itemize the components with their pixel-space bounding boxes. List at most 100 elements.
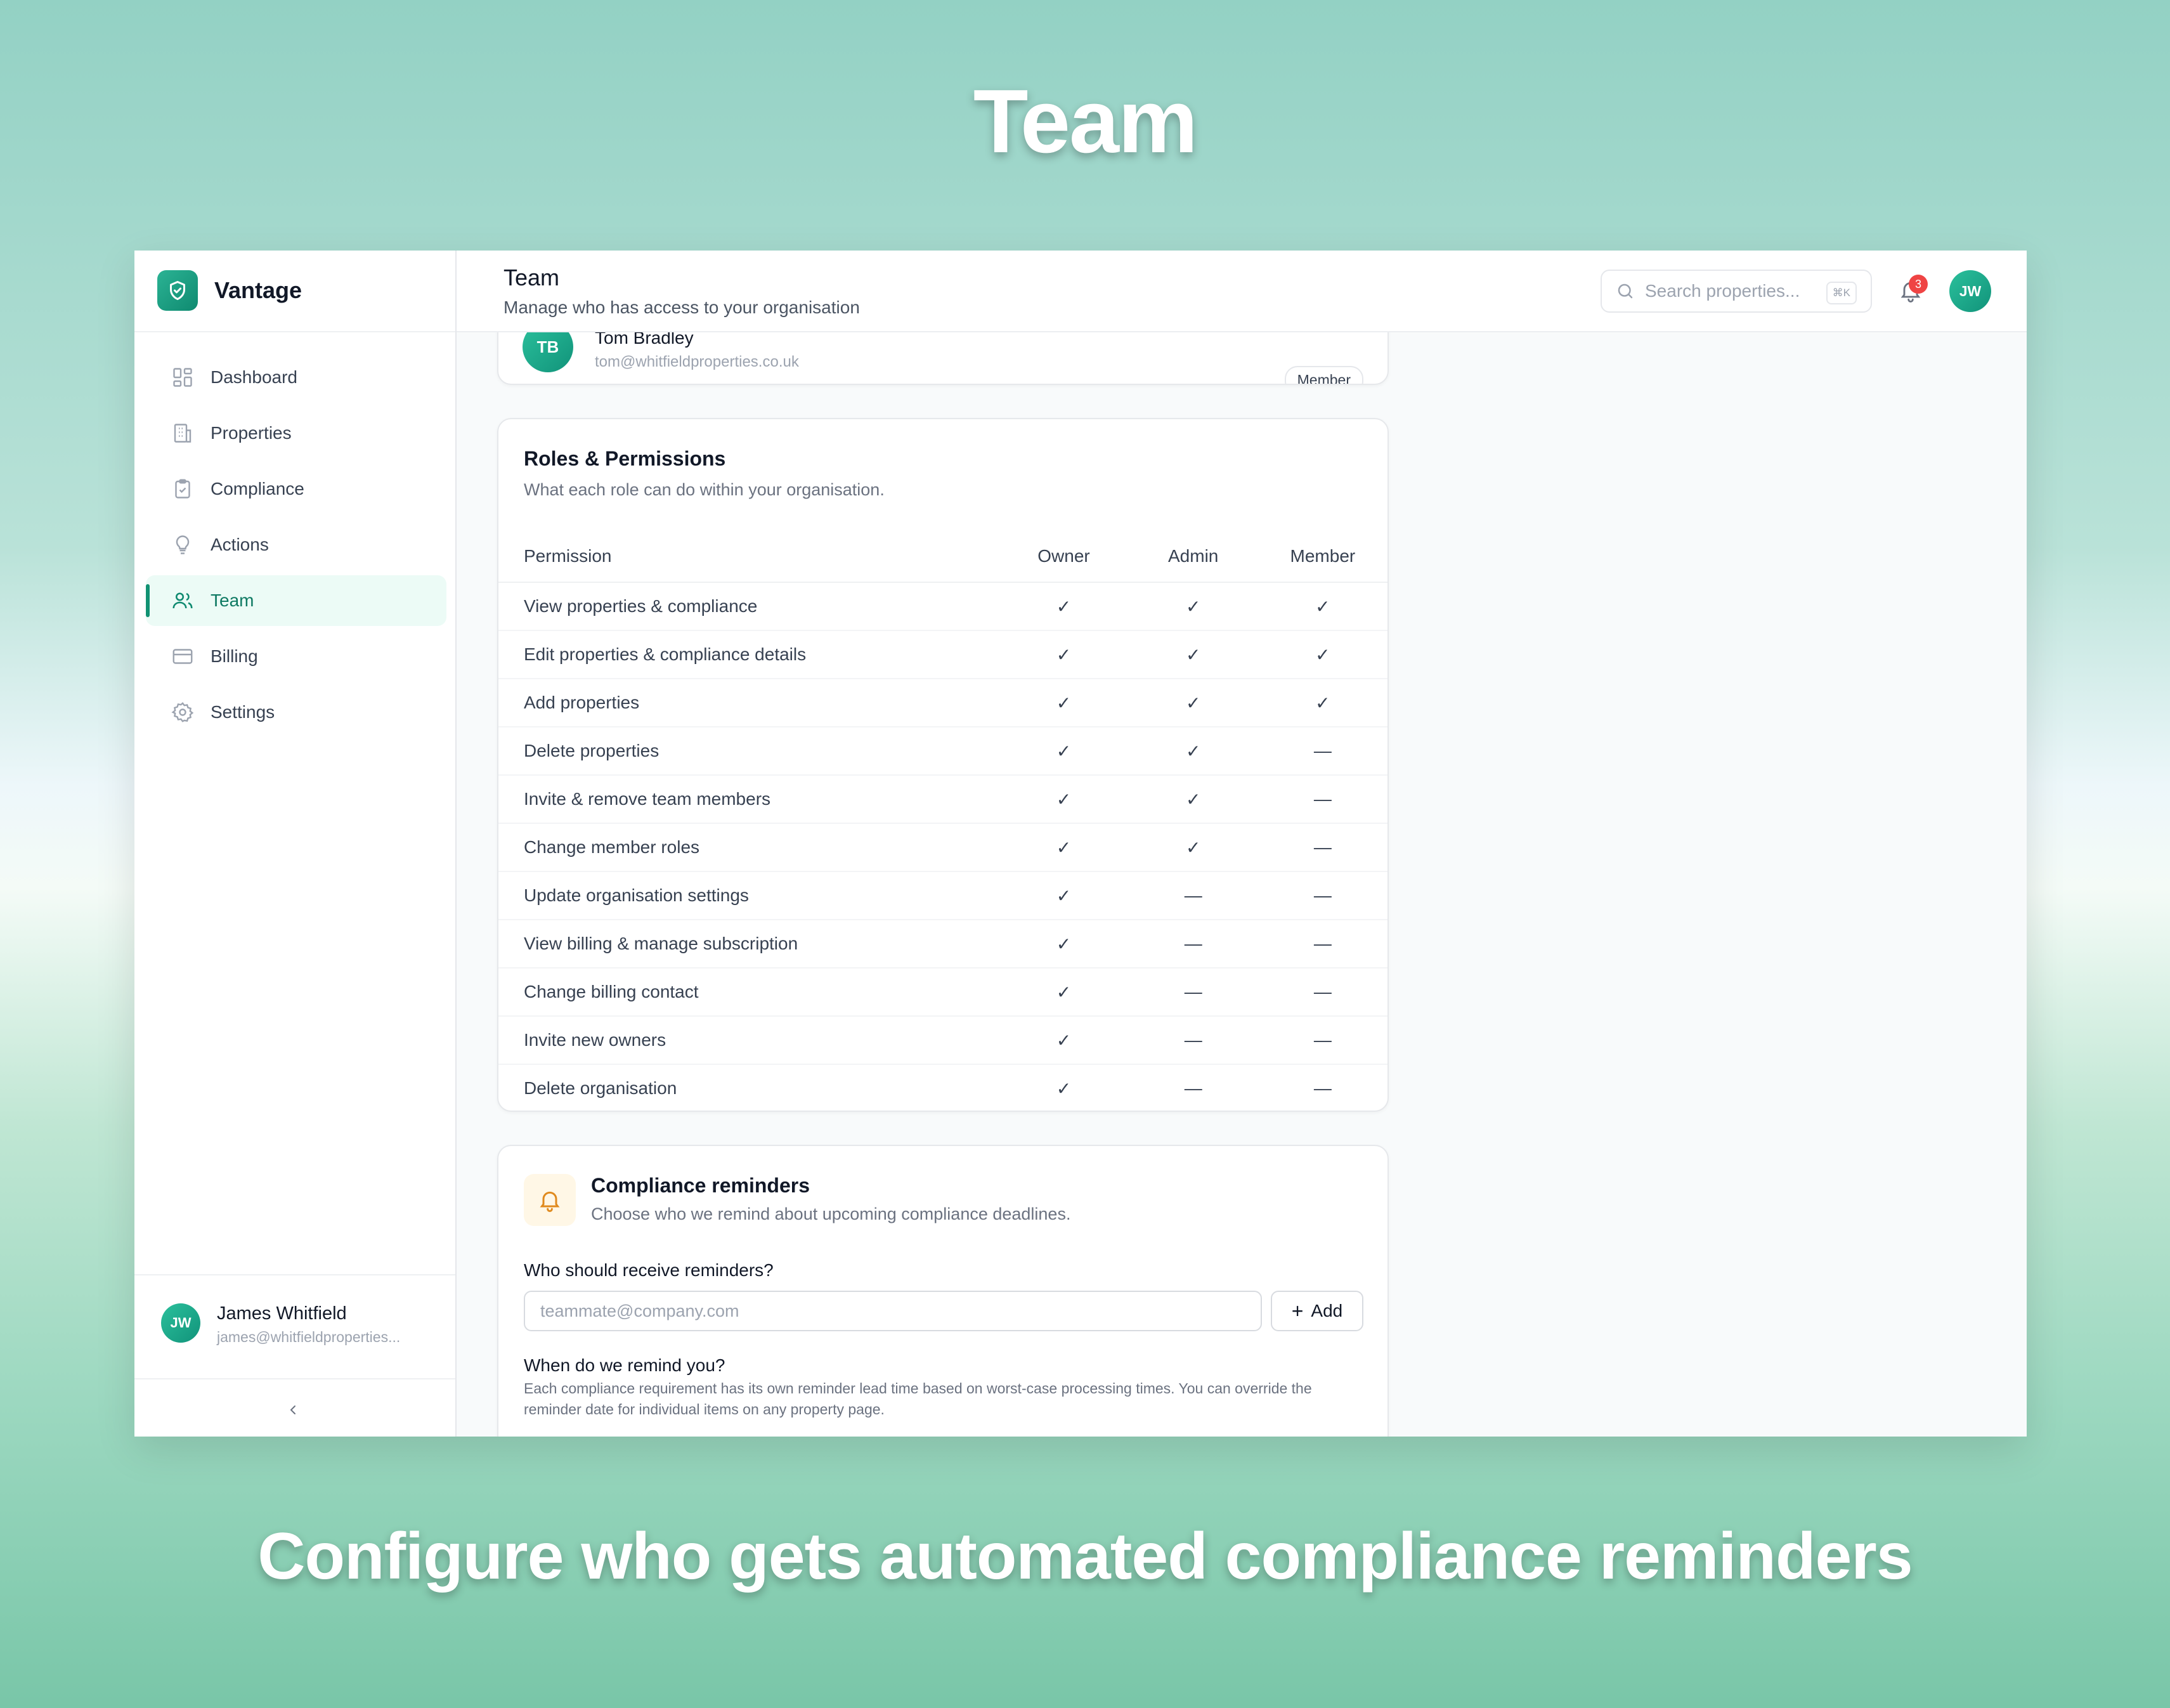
sidebar-item-billing[interactable]: Billing [146, 631, 446, 682]
sidebar-item-dashboard[interactable]: Dashboard [146, 352, 446, 403]
gear-icon [170, 700, 195, 725]
column-header: Admin [1128, 531, 1258, 583]
permission-name: Add properties [498, 679, 999, 727]
permission-name: Update organisation settings [498, 871, 999, 920]
table-row: Invite new owners ✓ — — [498, 1016, 1387, 1065]
user-profile[interactable]: JW James Whitfield james@whitfieldproper… [134, 1274, 455, 1379]
admin-cell: ✓ [1128, 679, 1258, 727]
member-cell: ✓ [1257, 582, 1387, 631]
table-row: Change billing contact ✓ — — [498, 968, 1387, 1017]
owner-cell: ✓ [999, 1016, 1129, 1065]
sidebar-item-label: Dashboard [211, 367, 297, 387]
member-cell: — [1257, 871, 1387, 920]
add-button-label: Add [1311, 1301, 1343, 1320]
admin-cell: ✓ [1128, 630, 1258, 679]
when-label: When do we remind you? [524, 1355, 725, 1375]
owner-cell: ✓ [999, 727, 1129, 776]
sidebar-item-properties[interactable]: Properties [146, 408, 446, 459]
table-row: Delete properties ✓ ✓ — [498, 727, 1387, 776]
recipients-label: Who should receive reminders? [524, 1260, 774, 1280]
sidebar-item-label: Billing [211, 646, 258, 666]
member-cell: — [1257, 775, 1387, 824]
member-cell: — [1257, 968, 1387, 1017]
column-header: Member [1257, 531, 1387, 583]
owner-cell: ✓ [999, 630, 1129, 679]
member-cell: — [1257, 920, 1387, 968]
permission-name: Invite & remove team members [498, 775, 999, 824]
app-window: Vantage Dashboard Properties Compliance … [134, 251, 2027, 1437]
sidebar-item-label: Settings [211, 702, 275, 722]
shortcut-hint: ⌘K [1826, 282, 1857, 304]
brand[interactable]: Vantage [157, 270, 302, 311]
notification-badge: 3 [1909, 275, 1928, 294]
add-recipient-button[interactable]: + Add [1271, 1291, 1363, 1331]
building-icon [170, 420, 195, 446]
member-cell: — [1313, 1078, 1332, 1098]
owner-cell: ✓ [1056, 1078, 1072, 1098]
divider [134, 331, 455, 332]
top-header: Team Manage who has access to your organ… [457, 251, 2027, 332]
sidebar-item-settings[interactable]: Settings [146, 687, 446, 738]
member-cell: — [1257, 823, 1387, 872]
admin-cell: — [1128, 920, 1258, 968]
table-header-row: Permission Owner Admin Member [498, 531, 1387, 583]
sidebar-item-label: Properties [211, 423, 292, 443]
plus-icon: + [1291, 1299, 1304, 1322]
admin-cell: — [1128, 1016, 1258, 1065]
card-subtitle: Choose who we remind about upcoming comp… [591, 1204, 1071, 1223]
user-name: James Whitfield [217, 1303, 347, 1324]
chevron-left-icon [290, 1405, 296, 1414]
sidebar-item-compliance[interactable]: Compliance [146, 464, 446, 514]
sidebar-nav: Dashboard Properties Compliance Actions … [146, 352, 446, 743]
permissions-table-body: View properties & compliance ✓ ✓ ✓ Edit pro… [498, 582, 1387, 1111]
table-row: Delete organisation ✓ — — [498, 1064, 1387, 1111]
owner-cell: ✓ [999, 823, 1129, 872]
admin-cell: ✓ [1128, 775, 1258, 824]
reminder-help-text: Each compliance requirement has its own … [524, 1380, 1312, 1418]
column-header: Owner [999, 531, 1129, 583]
collapse-sidebar-button[interactable] [280, 1397, 306, 1423]
sidebar-item-team[interactable]: Team [146, 575, 446, 626]
avatar: JW [161, 1303, 200, 1343]
permission-name: Change member roles [498, 823, 999, 872]
app-name: Vantage [214, 277, 302, 303]
owner-cell: ✓ [999, 920, 1129, 968]
reminder-email-input[interactable] [524, 1291, 1262, 1331]
table-row: Change member roles ✓ ✓ — [498, 823, 1387, 872]
admin-cell: — [1184, 1078, 1202, 1098]
search-input[interactable] [1644, 280, 1805, 302]
sidebar-item-label: Team [211, 590, 254, 610]
credit-card-icon [170, 644, 195, 669]
sidebar-item-actions[interactable]: Actions [146, 519, 446, 570]
marketing-caption: Configure who gets automated compliance … [257, 1520, 1913, 1593]
permission-name: Delete organisation [524, 1078, 677, 1098]
member-cell: ✓ [1257, 679, 1387, 727]
roles-permissions-card: Roles & Permissions What each role can d… [497, 418, 1389, 1112]
grid-icon [170, 365, 195, 390]
search-icon [1618, 284, 1633, 299]
permission-name: Edit properties & compliance details [498, 630, 999, 679]
card-title: Compliance reminders [591, 1174, 810, 1197]
sidebar: Vantage Dashboard Properties Compliance … [134, 251, 457, 1437]
search-box[interactable]: ⌘K [1601, 270, 1872, 313]
sidebar-item-label: Compliance [211, 479, 304, 499]
member-cell: ✓ [1257, 630, 1387, 679]
admin-cell: ✓ [1128, 727, 1258, 776]
account-avatar[interactable]: JW [1949, 270, 1991, 312]
table-row: Add properties ✓ ✓ ✓ [498, 679, 1387, 727]
sidebar-item-label: Actions [211, 535, 269, 554]
owner-cell: ✓ [999, 582, 1129, 631]
owner-cell: ✓ [999, 679, 1129, 727]
column-header: Permission [498, 531, 999, 583]
permission-name: Delete properties [498, 727, 999, 776]
owner-cell: ✓ [999, 871, 1129, 920]
page-title: Team [504, 264, 560, 290]
card-subtitle: What each role can do within your organi… [524, 480, 885, 499]
member-email: tom@whitfieldproperties.co.uk [595, 353, 799, 370]
bell-icon [524, 1174, 576, 1226]
shield-logo-icon [157, 270, 198, 311]
member-role-badge[interactable]: Member [1284, 366, 1363, 384]
owner-cell: ✓ [999, 775, 1129, 824]
permission-name: View properties & compliance [498, 582, 999, 631]
admin-cell: — [1128, 968, 1258, 1017]
